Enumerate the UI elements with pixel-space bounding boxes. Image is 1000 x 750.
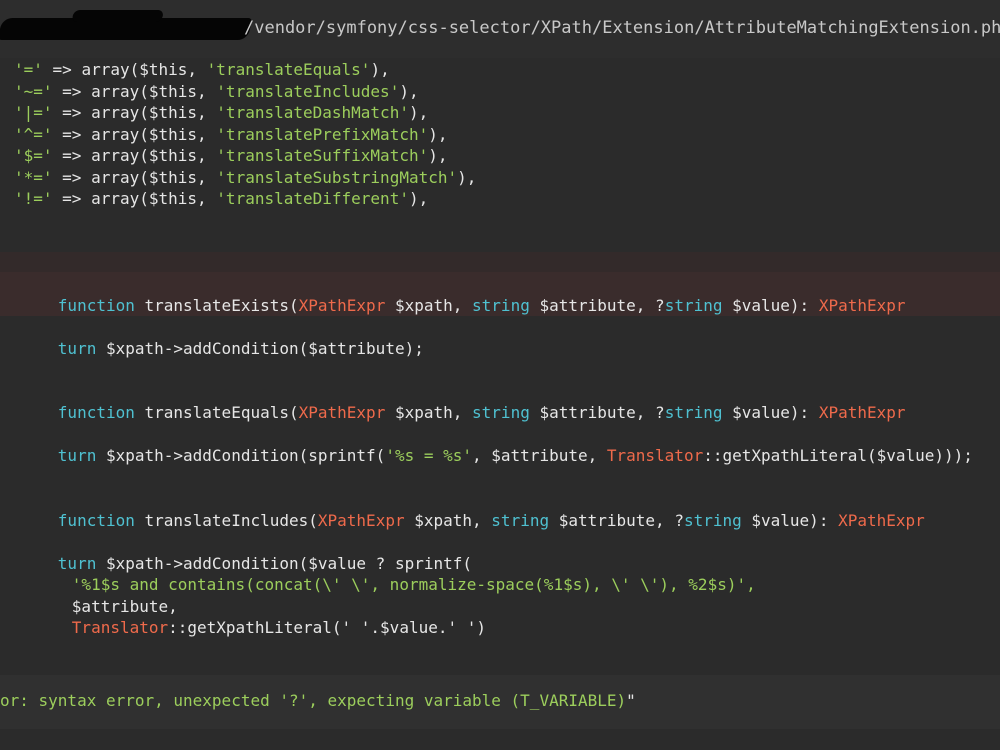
array-entry: '|=' => array($this, 'translateDashMatch… bbox=[14, 103, 429, 122]
function-signature-equals: function translateEquals(XPathExpr $xpat… bbox=[57, 403, 906, 422]
sprintf-format-string: '%1$s and contains(concat(\' \', normali… bbox=[71, 575, 756, 594]
array-entry: '^=' => array($this, 'translatePrefixMat… bbox=[14, 124, 448, 144]
array-entry: '$=' => array($this, 'translateSuffixMat… bbox=[14, 146, 448, 165]
error-message-bar: or: syntax error, unexpected '?', expect… bbox=[0, 675, 1000, 729]
sprintf-attribute-arg: $attribute, bbox=[71, 597, 178, 616]
code-area[interactable]: '=' => array($this, 'translateEquals'), '… bbox=[0, 58, 1000, 750]
code-editor-screenshot: /vendor/symfony/css-selector/XPath/Exten… bbox=[0, 0, 1000, 750]
return-equals: turn $xpath->addCondition(sprintf('%s = … bbox=[57, 446, 973, 465]
return-includes: turn $xpath->addCondition($value ? sprin… bbox=[57, 554, 473, 573]
error-message: or: syntax error, unexpected '?', expect… bbox=[0, 691, 636, 710]
line-highlight-top bbox=[0, 252, 1000, 272]
function-signature-exists: function translateExists(XPathExpr $xpat… bbox=[57, 296, 906, 315]
function-signature-includes: function translateIncludes(XPathExpr $xp… bbox=[57, 511, 925, 530]
file-path-bar: /vendor/symfony/css-selector/XPath/Exten… bbox=[0, 0, 1000, 58]
array-entry: '=' => array($this, 'translateEquals'), bbox=[14, 60, 390, 79]
sprintf-translator-call: Translator::getXpathLiteral(' '.$value.'… bbox=[71, 618, 487, 637]
array-entry: '!=' => array($this, 'translateDifferent… bbox=[14, 189, 429, 208]
return-exists: turn $xpath->addCondition($attribute); bbox=[57, 339, 424, 358]
redacted-path-prefix bbox=[0, 18, 253, 40]
file-path: /vendor/symfony/css-selector/XPath/Exten… bbox=[244, 18, 1000, 38]
array-entry: '~=' => array($this, 'translateIncludes'… bbox=[14, 81, 419, 101]
array-entry: '*=' => array($this, 'translateSubstring… bbox=[14, 167, 477, 187]
